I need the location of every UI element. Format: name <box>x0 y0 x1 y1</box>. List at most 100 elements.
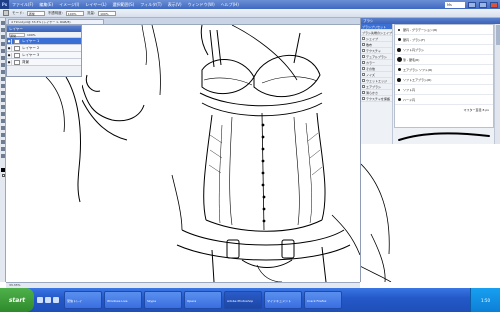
brush-preset-item[interactable]: ハード円 <box>395 95 493 105</box>
layer-row[interactable]: ● 背景 <box>7 59 81 66</box>
layer-row[interactable]: ● レイヤー 2 <box>7 45 81 52</box>
menu-file[interactable]: ファイル(F) <box>9 2 36 8</box>
menu-select[interactable]: 選択範囲(S) <box>110 2 138 8</box>
pen-tool-icon[interactable] <box>1 119 5 123</box>
flow-field[interactable]: 100% <box>98 10 117 16</box>
taskbar-item[interactable]: Skype <box>144 291 182 309</box>
brush-tip-icon <box>395 88 403 91</box>
lineart-right <box>361 163 392 282</box>
brush-preset-item[interactable]: ソフト円 <box>395 85 493 95</box>
ie-icon[interactable] <box>37 297 43 303</box>
menu-image[interactable]: イメージ(I) <box>56 2 82 8</box>
desktop-icon[interactable] <box>45 297 51 303</box>
zoom-tool-icon[interactable] <box>1 154 5 158</box>
brush-preset-item[interactable]: 筆 - 硬毛(R) <box>395 55 493 65</box>
history-brush-tool-icon[interactable] <box>1 84 5 88</box>
brush-preset-item[interactable]: ソフトエアブラシ(R) <box>395 75 493 85</box>
master-diameter-value[interactable]: 8 px <box>482 108 489 112</box>
start-button[interactable]: start <box>0 288 34 312</box>
setting-checkbox[interactable] <box>362 55 365 58</box>
brush-setting-item[interactable]: テクスチャを保護 <box>361 96 392 102</box>
visibility-eye-icon[interactable]: ● <box>7 45 12 51</box>
taskbar-item[interactable]: Crack Firefox <box>304 291 342 309</box>
eyedropper-tool-icon[interactable] <box>1 56 5 60</box>
drawing-canvas[interactable] <box>82 25 360 282</box>
type-tool-icon[interactable] <box>1 126 5 130</box>
brush-stroke-preview <box>394 130 494 144</box>
heal-tool-icon[interactable] <box>1 63 5 67</box>
brush-panel-scrollbar[interactable] <box>494 24 500 144</box>
setting-checkbox[interactable] <box>362 79 365 82</box>
document-tab-strip: 4 Tlmodyid@ 33.3% (レイヤー 1, RGB/8) <box>6 18 360 25</box>
setting-checkbox[interactable] <box>362 49 365 52</box>
setting-checkbox[interactable] <box>362 91 365 94</box>
brush-settings-list: ブラシプリセット ブラシ先端のシェイプ シェイプ 散布 テクスチャ デュアルブラ… <box>361 24 393 144</box>
menu-window[interactable]: ウィンドウ(W) <box>185 2 218 8</box>
menu-filter[interactable]: フィルタ(T) <box>137 2 164 8</box>
menu-layer[interactable]: レイヤー(L) <box>82 2 109 8</box>
layer-row[interactable]: ● レイヤー 3 <box>7 52 81 59</box>
marquee-tool-icon[interactable] <box>1 28 5 32</box>
setting-checkbox[interactable] <box>362 85 365 88</box>
blur-tool-icon[interactable] <box>1 105 5 109</box>
taskbar-item[interactable]: 受信トレイ <box>64 291 102 309</box>
canvas-right-area[interactable] <box>360 144 500 282</box>
system-tray-clock[interactable]: 1:50 <box>470 288 500 312</box>
brush-preset-item[interactable]: 硬円 - ブラシ(F) <box>395 35 493 45</box>
workspace-select[interactable]: Ms <box>445 1 465 8</box>
visibility-eye-icon[interactable]: ● <box>7 59 12 65</box>
opacity-field[interactable]: 100% <box>65 10 84 16</box>
setting-checkbox[interactable] <box>362 43 365 46</box>
visibility-eye-icon[interactable]: ● <box>7 38 12 44</box>
setting-checkbox[interactable] <box>362 73 365 76</box>
background-color-swatch[interactable] <box>2 174 5 177</box>
stamp-tool-icon[interactable] <box>1 77 5 81</box>
taskbar-item[interactable]: Adobe Photoshop <box>224 291 262 309</box>
menu-edit[interactable]: 編集(E) <box>36 2 56 8</box>
eraser-tool-icon[interactable] <box>1 91 5 95</box>
taskbar-item[interactable]: マイドキュメント <box>264 291 302 309</box>
setting-checkbox[interactable] <box>362 61 365 64</box>
brush-tool-icon[interactable] <box>3 10 9 16</box>
media-icon[interactable] <box>53 297 59 303</box>
crop-tool-icon[interactable] <box>1 49 5 53</box>
menu-view[interactable]: 表示(V) <box>165 2 185 8</box>
scrollbar-thumb[interactable] <box>496 25 500 45</box>
foreground-color-swatch[interactable] <box>1 168 5 172</box>
brush-tip-icon <box>395 28 403 31</box>
minimize-button[interactable] <box>468 1 476 8</box>
menu-help[interactable]: ヘルプ(H) <box>218 2 242 8</box>
canvas-left-area[interactable] <box>6 77 82 282</box>
brush-tip-icon <box>395 57 403 62</box>
maximize-button[interactable] <box>479 1 487 8</box>
brush-setting-label: 滑らかさ <box>366 90 379 95</box>
arm-lineart <box>45 77 81 203</box>
taskbar-item[interactable]: Opera <box>184 291 222 309</box>
blend-mode-select[interactable]: 通常 <box>9 32 25 38</box>
lasso-tool-icon[interactable] <box>1 35 5 39</box>
brush-preset-item[interactable]: 硬円 - グラデーション(R) <box>395 25 493 35</box>
zoom-status[interactable]: 33.33% <box>9 283 20 287</box>
brush-tool-icon[interactable] <box>1 70 5 74</box>
close-button[interactable] <box>490 1 498 8</box>
setting-checkbox[interactable] <box>362 97 365 100</box>
brush-preset-item[interactable]: エアブラシ ソフト(R) <box>395 65 493 75</box>
dodge-tool-icon[interactable] <box>1 112 5 116</box>
brush-preset-item[interactable]: ソフト円ブラシ <box>395 45 493 55</box>
path-select-tool-icon[interactable] <box>1 133 5 137</box>
taskbar-item[interactable]: Windows Live <box>104 291 142 309</box>
wand-tool-icon[interactable] <box>1 42 5 46</box>
setting-checkbox[interactable] <box>362 37 365 40</box>
setting-checkbox[interactable] <box>362 67 365 70</box>
layer-opacity-value[interactable]: 100% <box>27 33 36 37</box>
windows-taskbar: start 受信トレイ Windows Live Skype Opera Ado… <box>0 288 500 312</box>
gradient-tool-icon[interactable] <box>1 98 5 102</box>
mode-select[interactable]: 通常 <box>26 10 45 16</box>
shape-tool-icon[interactable] <box>1 140 5 144</box>
move-tool-icon[interactable] <box>1 21 5 25</box>
layer-row[interactable]: ● レイヤー 1 <box>7 38 81 45</box>
brush-setting-label: ウェットエッジ <box>366 78 388 83</box>
layer-thumbnail <box>14 45 20 51</box>
visibility-eye-icon[interactable]: ● <box>7 52 12 58</box>
hand-tool-icon[interactable] <box>1 147 5 151</box>
